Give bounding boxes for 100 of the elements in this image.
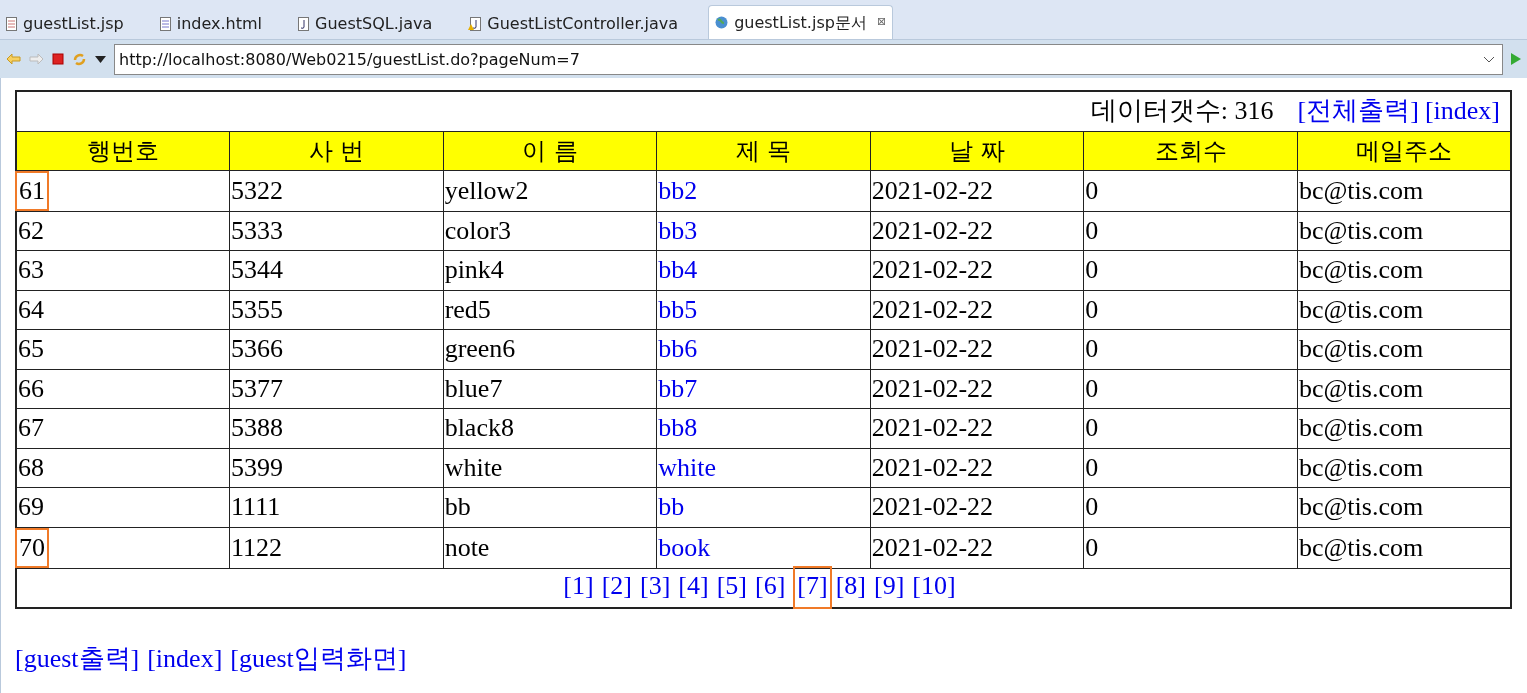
table-cell: pink4: [444, 255, 504, 285]
address-field[interactable]: http://localhost:8080/Web0215/guestList.do?pageNum=7: [114, 43, 1503, 75]
page-link[interactable]: [9]: [874, 571, 905, 601]
title-link[interactable]: bb6: [658, 334, 698, 364]
column-header: 조회수: [1154, 136, 1227, 165]
table-cell: bc@tis.com: [1298, 334, 1424, 364]
table-cell: 0: [1085, 215, 1099, 245]
stop-icon[interactable]: [52, 53, 64, 65]
title-link[interactable]: bb3: [658, 215, 698, 245]
title-link[interactable]: bb2: [658, 175, 698, 205]
page-link[interactable]: [7]: [793, 566, 832, 610]
table-cell: 0: [1085, 255, 1099, 285]
table-cell: 2021-02-22: [871, 294, 994, 324]
java-file-icon: [298, 17, 310, 31]
table-cell: bc@tis.com: [1298, 532, 1424, 562]
page-link[interactable]: [5]: [716, 571, 747, 601]
table-cell: color3: [444, 215, 512, 245]
table-cell: 0: [1085, 334, 1099, 364]
editor-tab[interactable]: guestList.jsp문서 ⊠: [708, 5, 894, 39]
dropdown-caret-icon[interactable]: [95, 55, 106, 63]
page-link[interactable]: [2]: [601, 571, 632, 601]
page-link[interactable]: [1]: [563, 571, 594, 601]
table-cell: 2021-02-22: [871, 334, 994, 364]
globe-icon: [715, 16, 729, 29]
table-cell: 2021-02-22: [871, 215, 994, 245]
editor-tab[interactable]: guestList.jsp: [0, 9, 130, 39]
title-link[interactable]: book: [658, 532, 711, 562]
table-cell: 2021-02-22: [871, 373, 994, 403]
table-cell: 5377: [231, 373, 284, 403]
page-link[interactable]: [3]: [640, 571, 671, 601]
table-cell: red5: [444, 294, 491, 324]
table-cell: 1122: [231, 532, 283, 562]
row-number-cell: 64: [18, 296, 44, 323]
chevron-down-icon[interactable]: [1483, 55, 1495, 63]
java-file-warning-icon: [468, 17, 482, 31]
column-header: 메일주소: [1355, 136, 1452, 165]
back-arrow-icon[interactable]: [6, 53, 21, 65]
table-cell: 5399: [231, 452, 284, 482]
table-cell: 5333: [231, 215, 284, 245]
title-link[interactable]: bb5: [658, 294, 698, 324]
table-cell: 0: [1085, 175, 1099, 205]
table-cell: bc@tis.com: [1298, 452, 1424, 482]
table-cell: 2021-02-22: [871, 532, 994, 562]
row-number-cell: 70: [15, 527, 49, 568]
page-link[interactable]: [4]: [678, 571, 709, 601]
row-number-cell: 62: [18, 217, 44, 244]
editor-tab[interactable]: index.html: [153, 9, 269, 39]
file-icon: [159, 17, 171, 31]
row-number-cell: 63: [18, 257, 44, 284]
page-link[interactable]: [8]: [835, 571, 866, 601]
row-number-cell: 65: [18, 336, 44, 363]
close-icon[interactable]: ⊠: [876, 14, 887, 31]
table-cell: bb: [444, 492, 471, 522]
table-cell: 5322: [231, 175, 284, 205]
table-cell: bc@tis.com: [1298, 175, 1424, 205]
footer-link[interactable]: [guest출력]: [15, 639, 140, 678]
editor-tab[interactable]: GuestListController.java: [462, 9, 685, 39]
table-cell: 0: [1085, 413, 1099, 443]
table-cell: black8: [444, 413, 514, 443]
table-cell: bc@tis.com: [1298, 413, 1424, 443]
table-cell: 2021-02-22: [871, 175, 994, 205]
table-cell: 5355: [231, 294, 284, 324]
table-cell: blue7: [444, 373, 503, 403]
title-link[interactable]: bb4: [658, 255, 698, 285]
table-cell: 0: [1085, 373, 1099, 403]
table-cell: bc@tis.com: [1298, 492, 1424, 522]
summary-link[interactable]: [전체출력]: [1297, 96, 1419, 126]
data-count-text: 데이터갯수: 316: [1090, 96, 1274, 126]
column-header: 제 목: [735, 136, 792, 165]
column-header: 이 름: [522, 136, 578, 165]
page-link[interactable]: [6]: [755, 571, 786, 601]
row-number-cell: 68: [18, 454, 44, 481]
footer-link[interactable]: [index]: [147, 639, 223, 678]
table-cell: 2021-02-22: [871, 255, 994, 285]
column-header: 사 번: [308, 136, 365, 165]
table-cell: 2021-02-22: [871, 452, 994, 482]
summary-link[interactable]: [index]: [1424, 96, 1500, 126]
play-icon[interactable]: [1511, 53, 1521, 65]
footer-link[interactable]: [guest입력화면]: [230, 639, 407, 678]
table-cell: 5366: [231, 334, 284, 364]
title-link[interactable]: bb7: [658, 373, 698, 403]
table-cell: white: [444, 452, 503, 482]
forward-arrow-icon[interactable]: [29, 53, 44, 65]
row-number-cell: 67: [18, 415, 44, 442]
table-cell: note: [444, 532, 490, 562]
row-number-cell: 69: [18, 494, 44, 521]
file-icon: [6, 17, 17, 31]
table-cell: bc@tis.com: [1298, 373, 1424, 403]
table-cell: 0: [1085, 492, 1099, 522]
refresh-icon[interactable]: [72, 51, 87, 67]
title-link[interactable]: bb8: [658, 413, 698, 443]
page-link[interactable]: [10]: [912, 571, 956, 601]
table-cell: green6: [444, 334, 516, 364]
row-number-cell: 61: [15, 170, 49, 211]
table-cell: bc@tis.com: [1298, 294, 1424, 324]
table-cell: bc@tis.com: [1298, 255, 1424, 285]
title-link[interactable]: bb: [658, 492, 685, 522]
column-header: 행번호: [87, 136, 160, 165]
table-cell: 0: [1085, 532, 1099, 562]
editor-tab[interactable]: GuestSQL.java: [292, 9, 439, 39]
